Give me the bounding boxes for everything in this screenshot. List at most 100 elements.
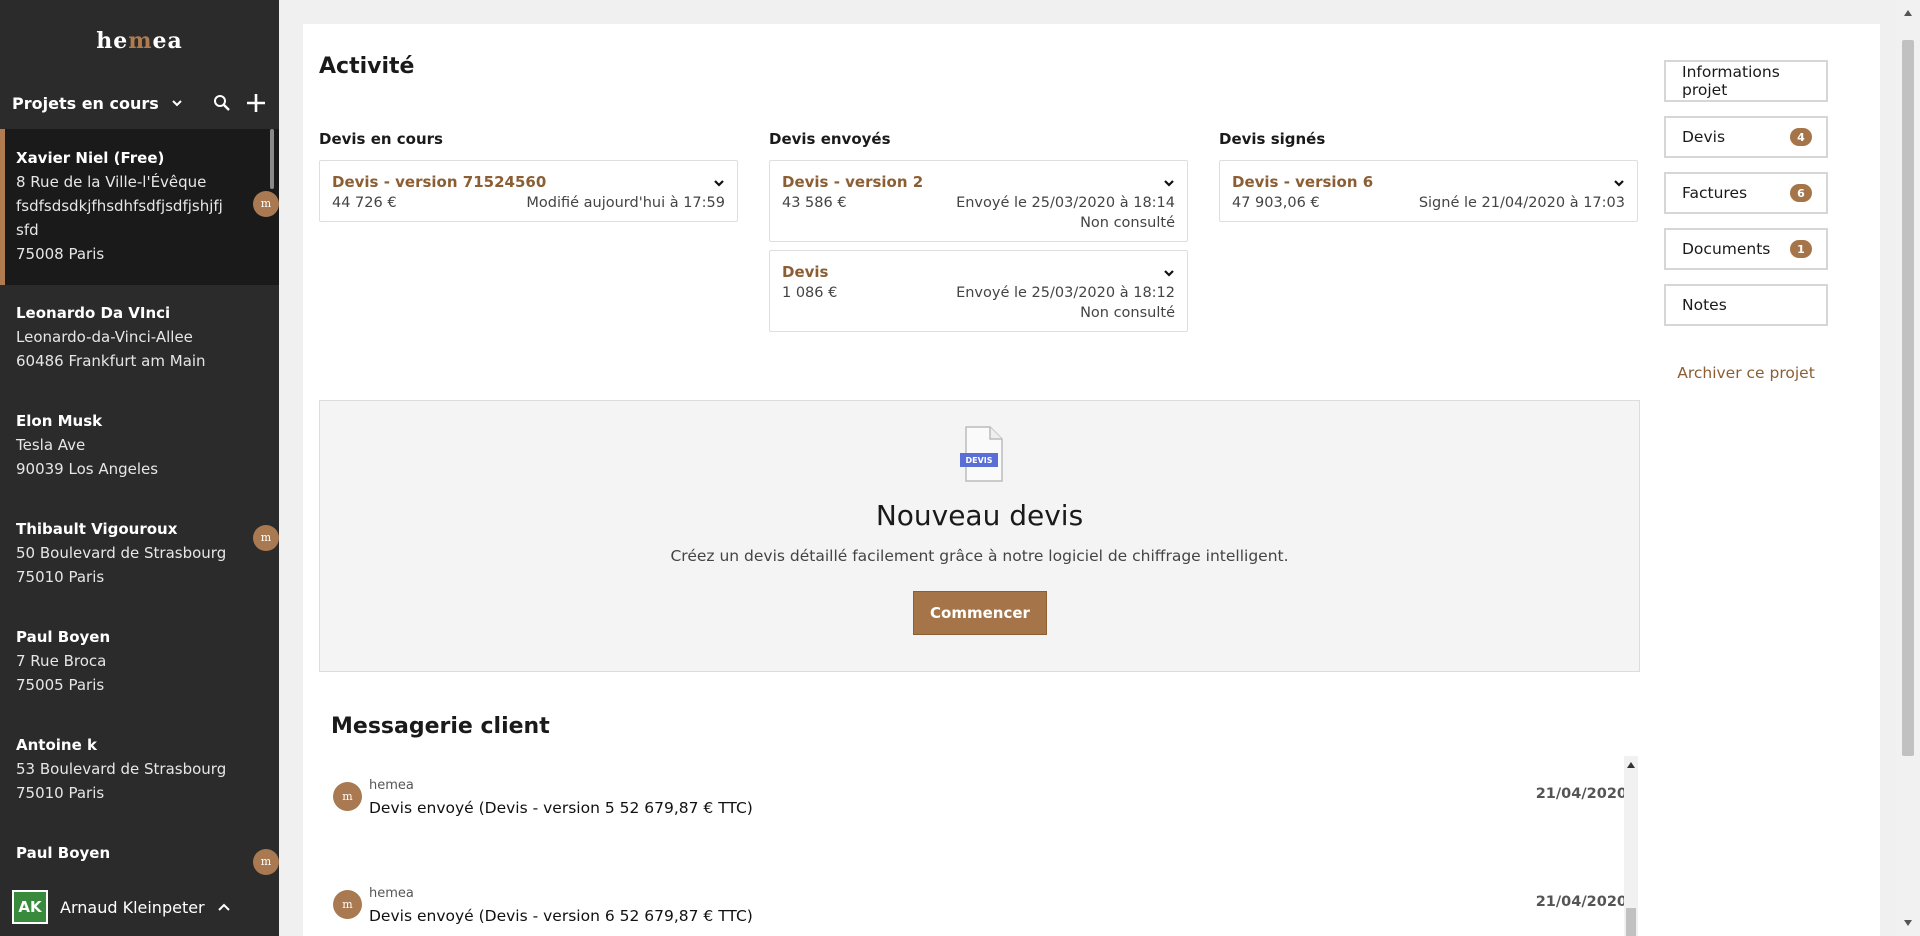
project-address-line: Tesla Ave	[16, 436, 86, 454]
quote-title[interactable]: Devis - version 6	[1232, 173, 1625, 191]
message-date: 21/04/2020	[1535, 894, 1627, 910]
nav-label: Factures	[1682, 184, 1748, 202]
chevron-down-icon[interactable]	[1613, 178, 1625, 188]
count-badge: 6	[1790, 184, 1812, 202]
quote-amount: 43 586 €	[782, 195, 847, 211]
hemea-logo[interactable]: hemea	[0, 28, 279, 54]
quote-amount: 47 903,06 €	[1232, 195, 1320, 211]
project-address-line: 75008 Paris	[16, 245, 105, 263]
quote-details: 44 726 € Modifié aujourd'hui à 17:59	[332, 195, 725, 211]
new-quote-description: Créez un devis détaillé facilement grâce…	[670, 547, 1289, 565]
project-name: Elon Musk	[16, 412, 103, 430]
project-address-line: 60486 Frankfurt am Main	[16, 352, 206, 370]
project-item[interactable]: Xavier Niel (Free) 8 Rue de la Ville-l'Év…	[0, 129, 279, 285]
chevron-up-icon[interactable]	[217, 901, 231, 913]
hemea-badge-icon: m	[253, 191, 279, 217]
project-name: Paul Boyen	[16, 628, 111, 646]
quote-status: Envoyé le 25/03/2020 à 18:12	[956, 285, 1175, 301]
nav-devis-button[interactable]: Devis 4	[1664, 116, 1828, 158]
quote-card[interactable]: Devis - version 6 47 903,06 € Signé le 21/…	[1219, 160, 1638, 222]
chevron-down-icon[interactable]	[1163, 178, 1175, 188]
archive-project-link[interactable]: Archiver ce projet	[1664, 364, 1828, 382]
nav-label: Informations projet	[1682, 63, 1780, 99]
quote-title[interactable]: Devis - version 2	[782, 173, 1175, 191]
hemea-avatar-icon: m	[333, 782, 362, 811]
project-name: Xavier Niel (Free)	[16, 149, 165, 167]
project-address-line: 8 Rue de la Ville-l'Évêque	[16, 173, 207, 191]
project-name: Paul Boyen	[16, 844, 111, 862]
messages-scrollbar[interactable]	[1624, 756, 1638, 936]
project-address-line: 75010 Paris	[16, 784, 105, 802]
quote-title[interactable]: Devis	[782, 263, 1175, 281]
count-badge: 4	[1790, 128, 1812, 146]
scroll-up-arrow-icon[interactable]	[1904, 10, 1912, 16]
project-list: Xavier Niel (Free) 8 Rue de la Ville-l'Év…	[0, 129, 279, 879]
activity-column: Devis envoyés Devis - version 2 43 586 € En…	[769, 130, 1188, 340]
message-author: hemea	[369, 886, 414, 901]
scroll-thumb[interactable]	[1626, 908, 1636, 936]
nav-notes-button[interactable]: Notes	[1664, 284, 1828, 326]
avatar: AK	[12, 890, 48, 924]
project-item[interactable]: Paul Boyen m	[0, 825, 279, 879]
message-item: m hemea Devis envoyé (Devis - version 6 52…	[331, 864, 1639, 936]
project-address-line: 50 Boulevard de Strasbourg	[16, 544, 227, 562]
plus-icon[interactable]	[245, 92, 267, 114]
page-scrollbar[interactable]	[1896, 0, 1920, 936]
project-item[interactable]: Leonardo Da VInci Leonardo-da-Vinci-Allee…	[0, 285, 279, 393]
quote-status: Signé le 21/04/2020 à 17:03	[1418, 195, 1625, 211]
message-text: Devis envoyé (Devis - version 5 52 679,8…	[369, 799, 753, 817]
page-title: Activité	[319, 54, 415, 79]
chevron-down-icon[interactable]	[171, 97, 183, 109]
nav-informations-projet-button[interactable]: Informations projet	[1664, 60, 1828, 102]
hemea-badge-icon: m	[253, 849, 279, 875]
scroll-thumb[interactable]	[1902, 40, 1914, 756]
message-item: m hemea Devis envoyé (Devis - version 5 52…	[331, 756, 1639, 864]
message-author: hemea	[369, 778, 414, 793]
nav-label: Devis	[1682, 128, 1726, 146]
quote-card[interactable]: Devis 1 086 € Envoyé le 25/03/2020 à 18:12…	[769, 250, 1188, 332]
column-title: Devis envoyés	[769, 130, 891, 148]
scroll-down-arrow-icon[interactable]	[1904, 920, 1912, 926]
new-quote-panel: DEVIS Nouveau devis Créez un devis détai…	[319, 400, 1640, 672]
message-date: 21/04/2020	[1535, 786, 1627, 802]
count-badge: 1	[1790, 240, 1812, 258]
nav-documents-button[interactable]: Documents 1	[1664, 228, 1828, 270]
column-title: Devis signés	[1219, 130, 1326, 148]
start-button[interactable]: Commencer	[913, 591, 1047, 635]
document-icon: DEVIS	[960, 426, 1003, 482]
hemea-avatar-icon: m	[333, 890, 362, 919]
scroll-up-arrow-icon[interactable]	[1627, 762, 1635, 768]
projects-header: Projets en cours	[12, 90, 267, 116]
project-name: Leonardo Da VInci	[16, 304, 171, 322]
project-item[interactable]: Thibault Vigouroux 50 Boulevard de Strasb…	[0, 501, 279, 609]
sidebar-scrollbar[interactable]	[270, 129, 274, 189]
quote-consultation-status: Non consulté	[1080, 305, 1175, 321]
quote-status: Modifié aujourd'hui à 17:59	[526, 195, 725, 211]
project-item[interactable]: Paul Boyen 7 Rue Broca 75005 Paris	[0, 609, 279, 717]
quote-details: 1 086 € Envoyé le 25/03/2020 à 18:12	[782, 285, 1175, 301]
logo-text-accent: m	[128, 28, 153, 54]
message-text: Devis envoyé (Devis - version 6 52 679,8…	[369, 907, 753, 925]
search-icon[interactable]	[213, 94, 231, 112]
projects-dropdown[interactable]: Projets en cours	[12, 94, 159, 113]
project-address-line: 7 Rue Broca	[16, 652, 107, 670]
quote-title[interactable]: Devis - version 71524560	[332, 173, 725, 191]
quote-card[interactable]: Devis - version 71524560 44 726 € Modifié …	[319, 160, 738, 222]
quote-card[interactable]: Devis - version 2 43 586 € Envoyé le 25/03…	[769, 160, 1188, 242]
nav-factures-button[interactable]: Factures 6	[1664, 172, 1828, 214]
activity-column: Devis signés Devis - version 6 47 903,06 €…	[1219, 130, 1638, 230]
messaging-title: Messagerie client	[331, 714, 550, 739]
chevron-down-icon[interactable]	[1163, 268, 1175, 278]
new-quote-title: Nouveau devis	[875, 499, 1084, 532]
quote-details: 43 586 € Envoyé le 25/03/2020 à 18:14	[782, 195, 1175, 211]
quote-amount: 1 086 €	[782, 285, 838, 301]
user-menu[interactable]: AK Arnaud Kleinpeter	[0, 878, 279, 936]
chevron-down-icon[interactable]	[713, 178, 725, 188]
project-item[interactable]: Antoine k 53 Boulevard de Strasbourg 75010…	[0, 717, 279, 825]
quote-amount: 44 726 €	[332, 195, 397, 211]
project-item[interactable]: Elon Musk Tesla Ave 90039 Los Angeles	[0, 393, 279, 501]
message-list: m hemea Devis envoyé (Devis - version 5 52…	[331, 756, 1639, 936]
activity-column: Devis en cours Devis - version 71524560 44…	[319, 130, 738, 230]
project-address-line: 75010 Paris	[16, 568, 105, 586]
quote-status: Envoyé le 25/03/2020 à 18:14	[956, 195, 1175, 211]
